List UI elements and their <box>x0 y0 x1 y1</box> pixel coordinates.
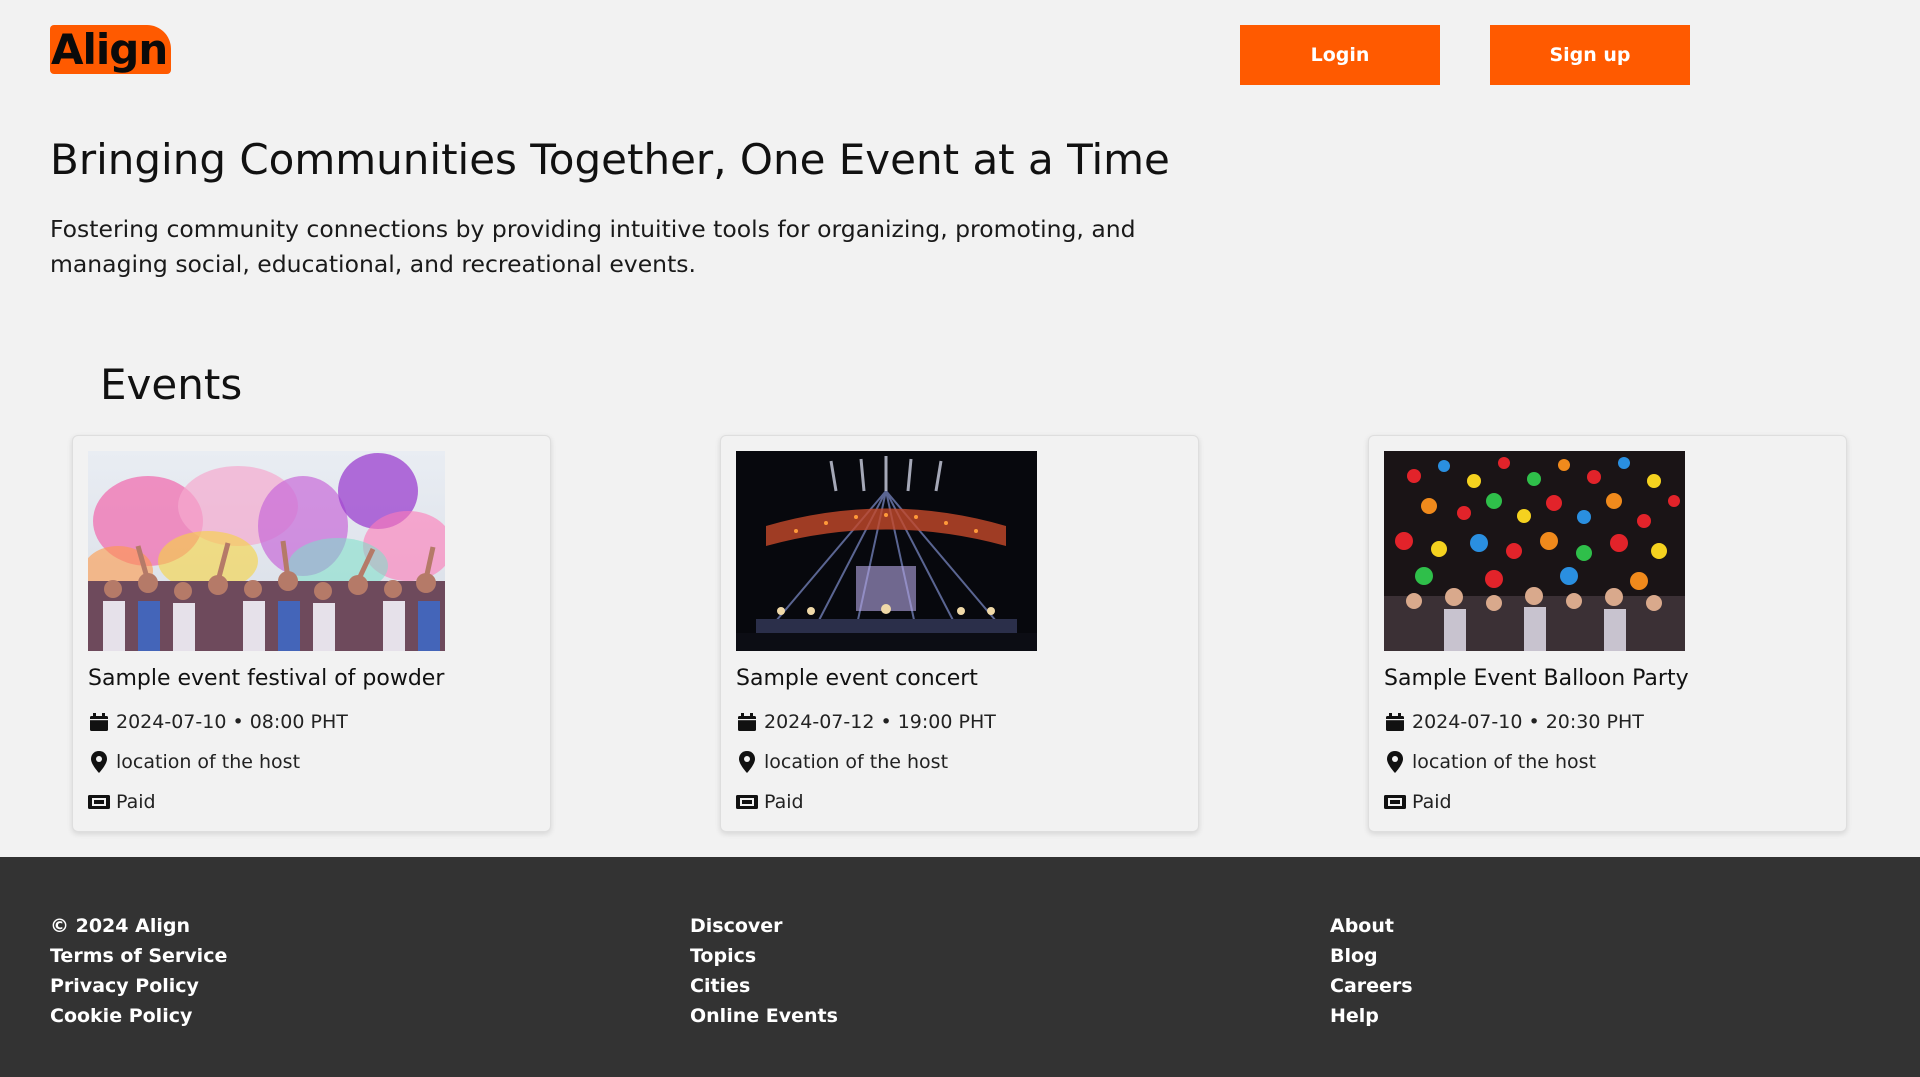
ticket-icon <box>1384 791 1406 813</box>
footer-link-topics[interactable]: Topics <box>690 941 838 971</box>
hero-subtitle: Fostering community connections by provi… <box>50 215 1136 278</box>
event-date-text: 2024-07-12 • 19:00 PHT <box>764 711 996 733</box>
footer-link-careers[interactable]: Careers <box>1330 971 1413 1001</box>
footer-copyright: © 2024 Align <box>50 915 190 937</box>
event-location-text: location of the host <box>764 751 949 773</box>
event-title[interactable]: Sample event concert <box>736 666 978 691</box>
event-title[interactable]: Sample event festival of powder <box>88 666 444 691</box>
event-location: location of the host <box>736 751 948 773</box>
calendar-icon <box>88 711 110 733</box>
signup-button[interactable]: Sign up <box>1490 25 1690 85</box>
event-card[interactable]: Sample event festival of powder 2024-07-… <box>72 435 551 832</box>
ticket-icon <box>88 791 110 813</box>
map-pin-icon <box>88 751 110 773</box>
event-location: location of the host <box>88 751 300 773</box>
event-price: Paid <box>1384 791 1452 813</box>
ticket-icon <box>736 791 758 813</box>
align-logo[interactable]: Align <box>50 25 171 74</box>
footer-link-about[interactable]: About <box>1330 911 1413 941</box>
event-image-balloon-party[interactable] <box>1384 451 1685 651</box>
login-button[interactable]: Login <box>1240 25 1440 85</box>
event-location: location of the host <box>1384 751 1596 773</box>
footer-link-blog[interactable]: Blog <box>1330 941 1413 971</box>
calendar-icon <box>736 711 758 733</box>
event-price: Paid <box>88 791 156 813</box>
event-price-text: Paid <box>116 791 156 813</box>
events-heading: Events <box>100 360 243 409</box>
event-title[interactable]: Sample Event Balloon Party <box>1384 666 1689 691</box>
event-card[interactable]: Sample Event Balloon Party 2024-07-10 • … <box>1368 435 1847 832</box>
event-date: 2024-07-10 • 20:30 PHT <box>1384 711 1644 733</box>
hero-title: Bringing Communities Together, One Event… <box>50 135 1170 184</box>
event-card[interactable]: Sample event concert 2024-07-12 • 19:00 … <box>720 435 1199 832</box>
calendar-icon <box>1384 711 1406 733</box>
footer-column-legal: © 2024 Align Terms of Service Privacy Po… <box>50 911 227 1031</box>
map-pin-icon <box>736 751 758 773</box>
footer-link-privacy[interactable]: Privacy Policy <box>50 971 227 1001</box>
event-location-text: location of the host <box>1412 751 1597 773</box>
map-pin-icon <box>1384 751 1406 773</box>
event-date-text: 2024-07-10 • 20:30 PHT <box>1412 711 1644 733</box>
footer-link-help[interactable]: Help <box>1330 1001 1413 1031</box>
footer-column-company: About Blog Careers Help <box>1330 911 1413 1031</box>
footer-link-cities[interactable]: Cities <box>690 971 838 1001</box>
event-image-concert[interactable] <box>736 451 1037 651</box>
footer-link-cookie[interactable]: Cookie Policy <box>50 1001 227 1031</box>
event-date: 2024-07-12 • 19:00 PHT <box>736 711 996 733</box>
page: Align Login Sign up Bringing Communities… <box>0 0 1920 1077</box>
event-date: 2024-07-10 • 08:00 PHT <box>88 711 348 733</box>
event-price-text: Paid <box>764 791 804 813</box>
site-footer: © 2024 Align Terms of Service Privacy Po… <box>0 857 1920 1077</box>
event-price-text: Paid <box>1412 791 1452 813</box>
footer-link-discover[interactable]: Discover <box>690 911 838 941</box>
event-price: Paid <box>736 791 804 813</box>
footer-link-terms[interactable]: Terms of Service <box>50 941 227 971</box>
event-date-text: 2024-07-10 • 08:00 PHT <box>116 711 348 733</box>
event-image-powder-festival[interactable] <box>88 451 445 651</box>
footer-column-explore: Discover Topics Cities Online Events <box>690 911 838 1031</box>
event-location-text: location of the host <box>116 751 301 773</box>
footer-link-online-events[interactable]: Online Events <box>690 1001 838 1031</box>
